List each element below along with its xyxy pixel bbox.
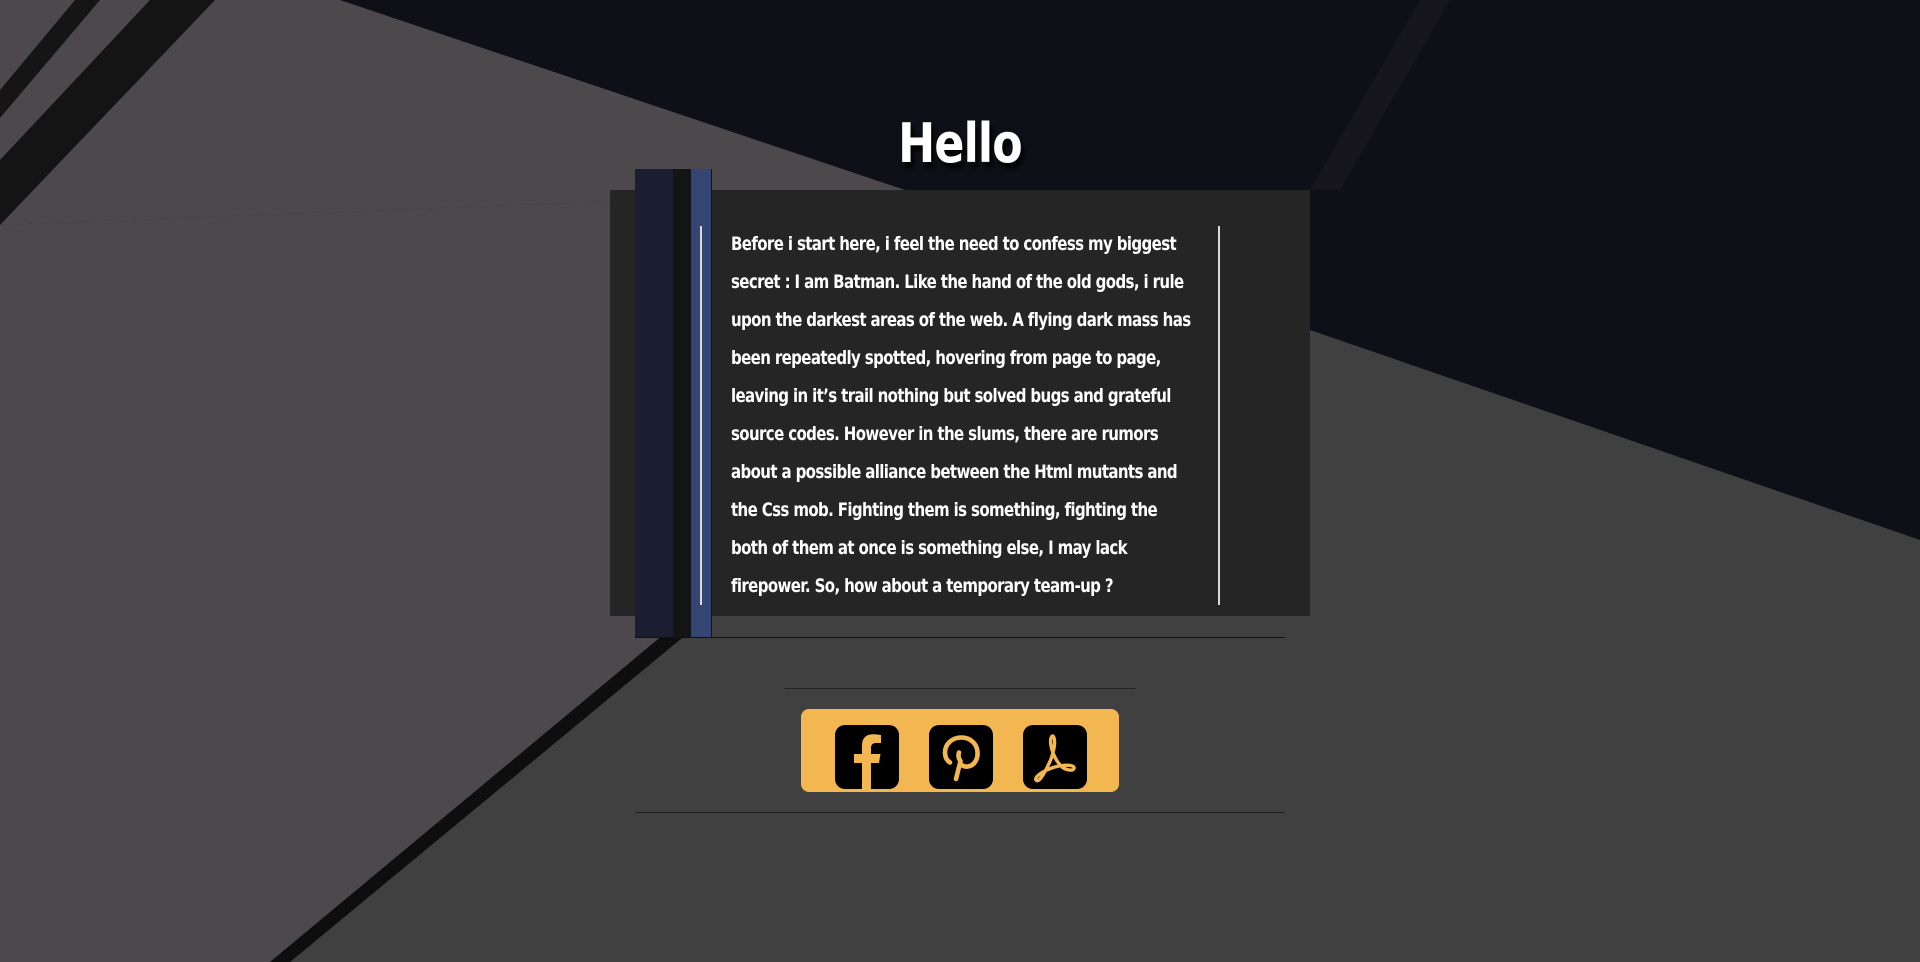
facebook-link[interactable] <box>835 725 899 789</box>
text-border-right <box>1218 226 1220 605</box>
pinterest-icon <box>942 735 980 782</box>
divider-middle <box>785 688 1135 689</box>
social-links-bar <box>801 709 1119 792</box>
pinterest-link[interactable] <box>929 725 993 789</box>
accent-strip-navy <box>635 169 673 638</box>
divider-top <box>635 637 1285 638</box>
pdf-link[interactable] <box>1023 725 1087 789</box>
divider-bottom <box>635 812 1285 813</box>
text-border-left <box>700 226 702 605</box>
page-title: Hello <box>898 112 1023 175</box>
pdf-icon <box>1034 734 1076 783</box>
intro-paragraph: Before i start here, i feel the need to … <box>731 225 1197 605</box>
facebook-icon <box>854 734 881 789</box>
intro-paragraph-text: Before i start here, i feel the need to … <box>731 233 1191 597</box>
accent-strip-gap <box>673 169 690 638</box>
